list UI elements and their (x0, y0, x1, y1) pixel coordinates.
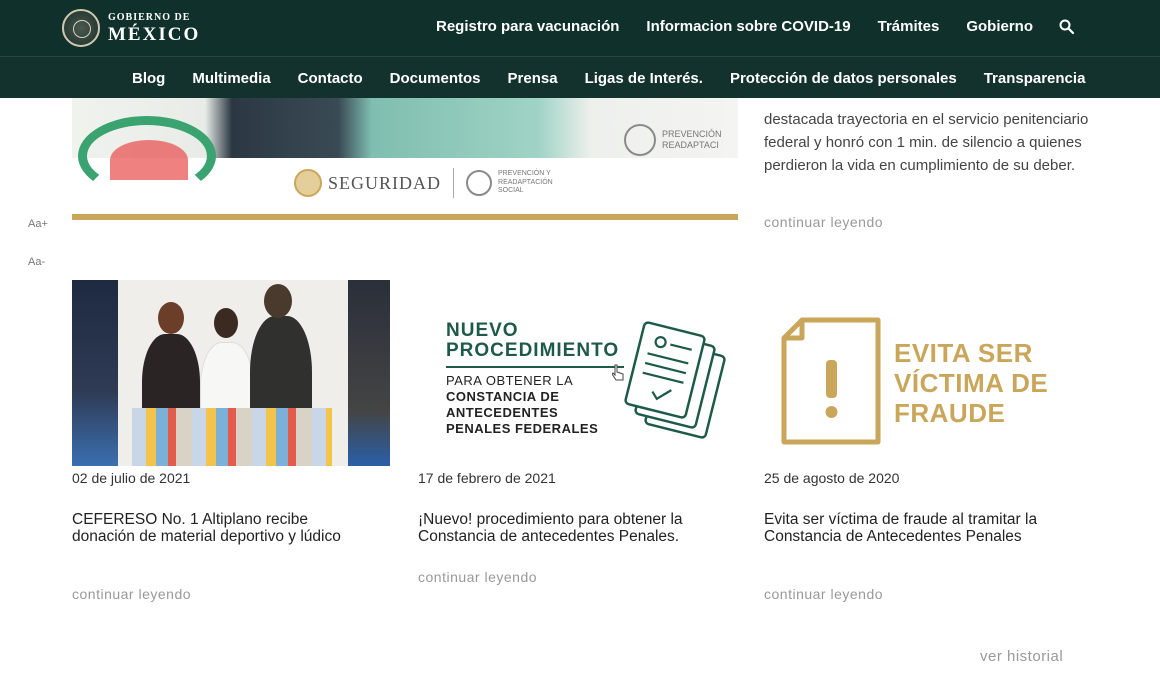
nav-registro-vacunacion[interactable]: Registro para vacunación (436, 18, 619, 35)
nav-gobierno[interactable]: Gobierno (966, 18, 1033, 35)
nav-transparencia[interactable]: Transparencia (984, 70, 1086, 87)
gold-divider (72, 214, 738, 220)
prevencion-seal-icon (624, 124, 656, 156)
gobierno-mexico-logo[interactable]: GOBIERNO DE MÉXICO (62, 9, 200, 47)
card-3-date: 25 de agosto de 2020 (764, 470, 900, 486)
mexico-seal-icon (62, 9, 100, 47)
font-decrease-button[interactable]: Aa- (28, 256, 45, 268)
featured-continue-link[interactable]: continuar leyendo (764, 214, 883, 230)
card-2-continue-link[interactable]: continuar leyendo (418, 569, 537, 585)
card-1-date: 02 de julio de 2021 (72, 470, 191, 486)
nav-blog[interactable]: Blog (132, 70, 165, 87)
logo-big-text: MÉXICO (108, 23, 201, 45)
warning-document-icon (781, 317, 881, 445)
card-2-title[interactable]: ¡Nuevo! procedimiento para obtener la Co… (418, 511, 748, 545)
nav-prensa[interactable]: Prensa (508, 70, 558, 87)
top-header: GOBIERNO DE MÉXICO Registro para vacunac… (0, 0, 1160, 56)
search-icon[interactable] (1058, 18, 1076, 36)
card-1-continue-link[interactable]: continuar leyendo (72, 586, 191, 602)
top-nav: Registro para vacunación Informacion sob… (436, 18, 1033, 35)
nav-multimedia[interactable]: Multimedia (192, 70, 270, 87)
card-2-date: 17 de febrero de 2021 (418, 470, 556, 486)
secondary-header: Blog Multimedia Contacto Documentos Pren… (0, 56, 1160, 98)
featured-banner-image[interactable]: PREVENCIÓN READAPTACI SEGURIDAD PREVENCI… (72, 98, 738, 222)
font-increase-button[interactable]: Aa+ (28, 218, 48, 230)
card-3-continue-link[interactable]: continuar leyendo (764, 586, 883, 602)
cursor-icon (612, 364, 624, 381)
seguridad-seal-icon (294, 169, 322, 197)
logo-small-text: GOBIERNO DE (108, 11, 191, 23)
ver-historial-link[interactable]: ver historial (980, 648, 1063, 665)
nav-contacto[interactable]: Contacto (298, 70, 363, 87)
card-2-image[interactable]: NUEVO PROCEDIMIENTO PARA OBTENER LA CONS… (418, 280, 748, 466)
nav-covid-info[interactable]: Informacion sobre COVID-19 (646, 18, 850, 35)
card-1-image[interactable] (72, 280, 390, 466)
document-stack-icon (624, 321, 726, 439)
seguridad-logo: SEGURIDAD PREVENCIÓN Y READAPTACIÓN SOCI… (294, 168, 578, 198)
nav-ligas-interes[interactable]: Ligas de Interés. (585, 70, 703, 87)
card-3-title[interactable]: Evita ser víctima de fraude al tramitar … (764, 511, 1084, 545)
donated-items (132, 408, 332, 466)
nav-documentos[interactable]: Documentos (390, 70, 481, 87)
nav-tramites[interactable]: Trámites (878, 18, 940, 35)
nav-proteccion-datos[interactable]: Protección de datos personales (730, 70, 957, 87)
prevencion-logo-right: PREVENCIÓN READAPTACI (624, 124, 738, 156)
card-1-title[interactable]: CEFERESO No. 1 Altiplano recibe donación… (72, 511, 372, 545)
featured-excerpt: destacada trayectoria en el servicio pen… (764, 111, 1089, 174)
readaptacion-seal-icon (466, 170, 493, 196)
card-3-image[interactable]: EVITA SER VÍCTIMA DE FRAUDE (764, 280, 1094, 466)
secondary-nav: Blog Multimedia Contacto Documentos Pren… (132, 70, 1085, 87)
